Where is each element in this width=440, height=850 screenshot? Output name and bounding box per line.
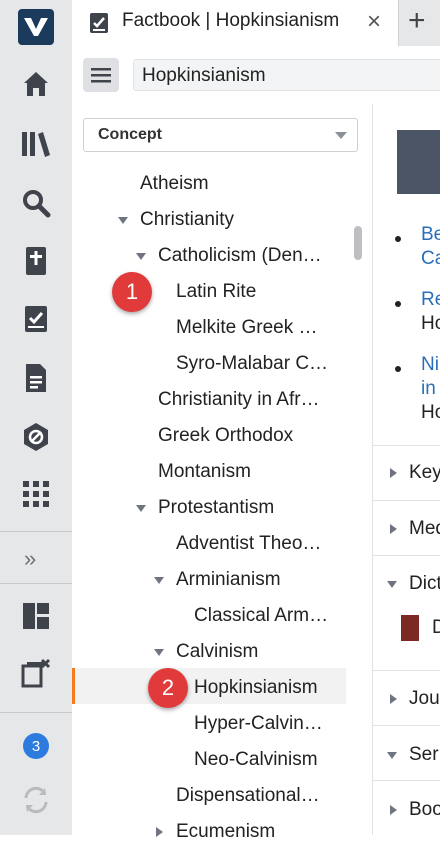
document-icon[interactable] bbox=[18, 360, 54, 396]
checkbook-icon bbox=[88, 11, 110, 40]
rail-divider bbox=[0, 531, 72, 532]
speech-bubble-icon[interactable] bbox=[397, 130, 440, 194]
factbook-icon[interactable] bbox=[18, 301, 54, 337]
tree-item-selected[interactable]: Hopkinsianism bbox=[194, 670, 354, 706]
factbook-content: Be Ca Re Ho Ni in Ho Key Med Dict D Jou … bbox=[373, 104, 440, 835]
chevron-right-icon[interactable] bbox=[390, 694, 397, 704]
concept-dropdown-value: Concept bbox=[98, 126, 162, 143]
atlas-icon[interactable] bbox=[18, 419, 54, 455]
related-link-source: Ho bbox=[421, 402, 440, 423]
bullet bbox=[395, 301, 401, 307]
section-divider bbox=[373, 555, 440, 556]
tree-item[interactable]: Calvinism bbox=[176, 634, 354, 670]
section-key[interactable]: Key bbox=[409, 462, 440, 484]
expand-toggle-icon[interactable] bbox=[136, 253, 146, 260]
library-icon[interactable] bbox=[18, 126, 54, 162]
tab-bar: Factbook | Hopkinsianism × + bbox=[72, 0, 440, 46]
rail-divider bbox=[0, 712, 72, 713]
section-books[interactable]: Boo bbox=[409, 799, 440, 821]
chevron-right-icon[interactable] bbox=[390, 524, 397, 534]
tree-item[interactable]: Greek Orthodox bbox=[158, 418, 354, 454]
close-panels-icon[interactable] bbox=[18, 655, 54, 691]
expand-toggle-icon[interactable] bbox=[118, 217, 128, 224]
related-link[interactable]: Be bbox=[421, 224, 440, 246]
related-link-cont[interactable]: Ca bbox=[421, 248, 440, 270]
step-marker-1: 1 bbox=[112, 272, 152, 312]
new-tab-button[interactable]: + bbox=[408, 4, 426, 38]
home-icon[interactable] bbox=[18, 66, 54, 102]
panel-toolbar: Hopkinsianism bbox=[72, 46, 440, 105]
section-divider bbox=[373, 780, 440, 781]
chevron-down-icon bbox=[335, 132, 347, 139]
tree-item[interactable]: Hyper-Calvin… bbox=[194, 706, 354, 742]
tab-factbook[interactable]: Factbook | Hopkinsianism × bbox=[72, 0, 399, 46]
tree-item[interactable]: Neo-Calvinism bbox=[194, 742, 354, 778]
section-divider bbox=[373, 670, 440, 671]
section-journals[interactable]: Jou bbox=[409, 688, 440, 710]
concept-tree-panel: Concept Atheism Christianity Catholicism (… bbox=[72, 104, 373, 842]
tree-item[interactable]: Atheism bbox=[140, 166, 354, 202]
app-rail: » 3 bbox=[0, 0, 73, 835]
tree-item[interactable]: Protestantism bbox=[158, 490, 354, 526]
section-divider bbox=[373, 445, 440, 446]
tree-item[interactable]: Montanism bbox=[158, 454, 354, 490]
tree-item[interactable]: Catholicism (Den… bbox=[158, 238, 354, 274]
search-input[interactable]: Hopkinsianism bbox=[133, 59, 440, 91]
expand-toggle-icon[interactable] bbox=[154, 577, 164, 584]
related-link[interactable]: Re bbox=[421, 289, 440, 311]
tree-item[interactable]: Arminianism bbox=[176, 562, 354, 598]
layout-icon[interactable] bbox=[18, 598, 54, 634]
rail-divider bbox=[0, 583, 72, 584]
section-divider bbox=[373, 500, 440, 501]
panel-menu-button[interactable] bbox=[83, 58, 119, 92]
concept-dropdown[interactable]: Concept bbox=[83, 118, 358, 152]
book-cover-icon[interactable] bbox=[401, 615, 419, 641]
expand-toggle-icon[interactable] bbox=[154, 649, 164, 656]
search-icon[interactable] bbox=[18, 185, 54, 221]
dictionary-entry[interactable]: D bbox=[432, 617, 440, 639]
section-media[interactable]: Med bbox=[409, 518, 440, 540]
hamburger-icon bbox=[91, 68, 111, 83]
logo-icon[interactable] bbox=[18, 9, 54, 45]
tree-item[interactable]: Dispensational… bbox=[176, 778, 354, 814]
chevron-down-icon[interactable] bbox=[387, 581, 397, 588]
chevron-right-icon[interactable] bbox=[390, 805, 397, 815]
section-divider bbox=[373, 725, 440, 726]
tree-item[interactable]: Christianity in Afr… bbox=[158, 382, 354, 418]
step-marker-2: 2 bbox=[148, 668, 188, 708]
tree-item[interactable]: Syro-Malabar C… bbox=[176, 346, 354, 382]
bible-icon[interactable] bbox=[18, 243, 54, 279]
close-tab-icon[interactable]: × bbox=[367, 8, 381, 36]
bullet bbox=[395, 366, 401, 372]
related-link-source: Ho bbox=[421, 313, 440, 334]
section-sermons[interactable]: Ser bbox=[409, 744, 439, 766]
section-dictionaries[interactable]: Dict bbox=[409, 573, 440, 595]
tab-title: Factbook | Hopkinsianism bbox=[122, 10, 340, 31]
chevron-right-icon[interactable] bbox=[390, 468, 397, 478]
tree-item[interactable]: Ecumenism bbox=[176, 814, 354, 850]
bullet bbox=[395, 236, 401, 242]
notification-badge[interactable]: 3 bbox=[23, 733, 49, 759]
chevron-down-icon[interactable] bbox=[387, 752, 397, 759]
tree-item[interactable]: Adventist Theo… bbox=[176, 526, 354, 562]
collapse-toggle-icon[interactable] bbox=[156, 827, 163, 837]
sync-icon[interactable] bbox=[18, 782, 54, 818]
related-link[interactable]: Ni bbox=[421, 354, 439, 376]
related-link-cont[interactable]: in bbox=[421, 378, 436, 400]
expand-toggle-icon[interactable] bbox=[136, 505, 146, 512]
tree-scrollbar[interactable] bbox=[354, 226, 362, 260]
tree-item[interactable]: Christianity bbox=[140, 202, 354, 238]
tree-item[interactable]: Melkite Greek … bbox=[176, 310, 354, 346]
selected-row-accent bbox=[72, 668, 75, 704]
expand-rail-icon[interactable]: » bbox=[24, 546, 36, 572]
tree-item[interactable]: Classical Arm… bbox=[194, 598, 354, 634]
tree-item[interactable]: Latin Rite bbox=[176, 274, 354, 310]
apps-grid-icon[interactable] bbox=[18, 476, 54, 512]
